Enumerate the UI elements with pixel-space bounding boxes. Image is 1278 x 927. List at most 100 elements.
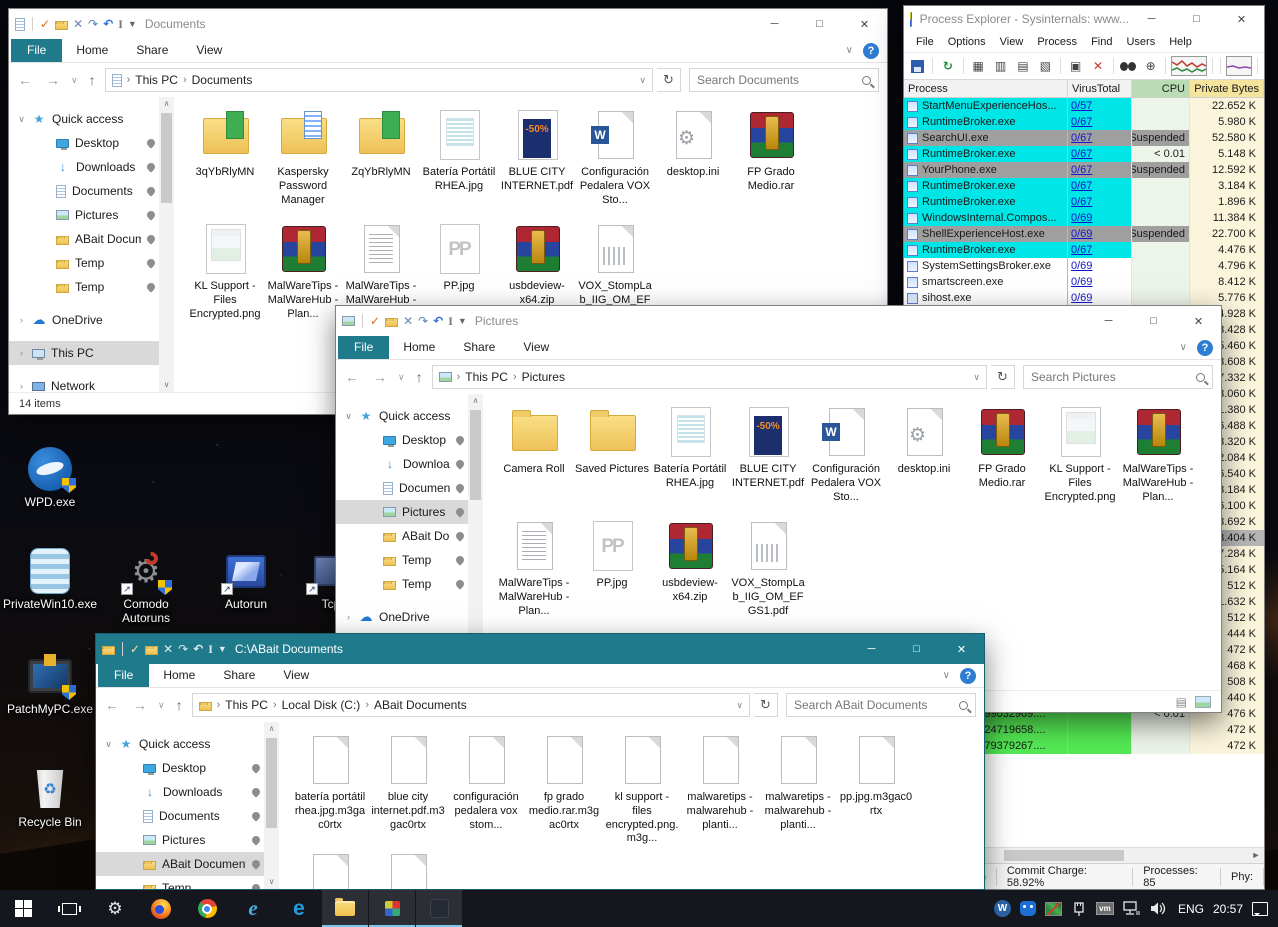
file-item[interactable]: Batería Portátil RHEA.jpg (651, 402, 729, 514)
process-tree-icon[interactable]: ▥ (991, 56, 1010, 76)
sidebar-item[interactable]: Documents (96, 804, 264, 828)
system-info-icon[interactable]: ▦ (969, 56, 988, 76)
scroll-right-icon[interactable]: ► (1248, 848, 1264, 863)
breadcrumb[interactable]: This PC (465, 370, 508, 384)
expand-caret-icon[interactable]: › (17, 348, 26, 358)
back-button[interactable]: ← (13, 72, 37, 88)
w-app-tray-icon[interactable]: W (994, 900, 1011, 917)
search-input[interactable]: Search ABait Documents (786, 693, 976, 717)
address-bar[interactable]: ›This PC ›Local Disk (C:) ›ABait Documen… (192, 693, 750, 717)
sidebar-item[interactable]: Temp (9, 275, 159, 299)
qat-undo-icon[interactable]: ↶ (103, 18, 113, 30)
qat-new-folder-icon[interactable] (385, 318, 398, 327)
forward-button[interactable]: → (128, 697, 152, 713)
virustotal-link[interactable]: 0/67 (1071, 132, 1092, 144)
menu-item[interactable]: View (994, 34, 1030, 50)
help-icon[interactable]: ? (863, 43, 879, 59)
qat-checkbox-icon[interactable]: ✓ (40, 18, 50, 30)
qat-new-folder-icon[interactable] (55, 21, 68, 30)
file-item[interactable]: usbdeview-x64.zip (651, 516, 729, 628)
qat-dropdown-icon[interactable]: ▼ (128, 20, 137, 29)
tab-view[interactable]: View (182, 39, 236, 62)
expand-caret-icon[interactable]: ∨ (17, 114, 26, 125)
qat-dropdown-icon[interactable]: ▼ (458, 317, 467, 326)
refresh-icon[interactable]: ↻ (657, 68, 681, 92)
sidebar-item[interactable]: Desktop (336, 428, 468, 452)
qat-rename-icon[interactable]: I (208, 643, 213, 655)
qat-delete-icon[interactable]: ✕ (73, 18, 83, 30)
cpu-graph-icon[interactable] (1171, 56, 1207, 76)
expand-caret-icon[interactable]: ∨ (344, 411, 353, 422)
close-button[interactable]: ✕ (939, 634, 984, 664)
process-row[interactable]: WindowsInternal.Compos... 0/69 11.384 K (904, 210, 1264, 226)
scrollbar[interactable]: ∧∨ (264, 722, 279, 889)
vmware-tray-icon[interactable]: vm (1096, 902, 1114, 915)
file-item[interactable]: blue city internet.pdf.m3gac0rtx (369, 730, 447, 846)
save-icon[interactable] (908, 56, 927, 76)
memory-graph-icon[interactable] (1226, 56, 1252, 76)
find-icon[interactable] (1119, 56, 1138, 76)
process-row[interactable]: SearchUI.exe 0/67 Suspended 52.580 K (904, 130, 1264, 146)
lower-pane-icon[interactable]: ▤ (1013, 56, 1032, 76)
process-row[interactable]: StartMenuExperienceHos... 0/57 22.652 K (904, 98, 1264, 114)
tab-view[interactable]: View (509, 336, 563, 359)
file-item[interactable]: BLUE CITY INTERNET.pdf (498, 105, 576, 217)
up-button[interactable]: ↑ (84, 72, 101, 88)
process-row[interactable]: smartscreen.exe 0/69 8.412 K (904, 274, 1264, 290)
sidebar-item[interactable]: Desktop (96, 756, 264, 780)
ribbon-collapse-icon[interactable]: ∨ (1180, 342, 1187, 353)
tab-home[interactable]: Home (62, 39, 122, 62)
sidebar-item[interactable]: ABait Document (96, 852, 264, 876)
breadcrumb[interactable]: This PC (135, 73, 178, 87)
blue-bot-tray-icon[interactable] (1020, 901, 1036, 916)
breadcrumb[interactable]: Pictures (522, 370, 565, 384)
virustotal-link[interactable]: 0/69 (1071, 292, 1092, 304)
chrome-taskbar-button[interactable] (184, 890, 230, 927)
explorer-window-abait-documents[interactable]: ✓ ✕ ↷ ↶ I ▼ C:\ABait Documents ─ □ ✕ Fil… (95, 633, 985, 890)
virustotal-link[interactable]: 0/67 (1071, 148, 1092, 160)
sidebar-item[interactable]: Desktop (9, 131, 159, 155)
breadcrumb[interactable]: Documents (192, 73, 253, 87)
cpu-graph-tray-icon[interactable] (1045, 902, 1062, 916)
qat-delete-icon[interactable]: ✕ (163, 643, 173, 655)
sidebar-item[interactable]: Pictures (96, 828, 264, 852)
file-item[interactable]: malwaretips - malwarehub - planti... (681, 730, 759, 846)
sidebar-item[interactable]: Documents (9, 179, 159, 203)
column-cpu[interactable]: CPU (1132, 80, 1190, 97)
virustotal-link[interactable]: 0/69 (1071, 212, 1092, 224)
file-item[interactable]: MalWareTips - MalWareHub - Plan... (264, 219, 342, 331)
process-row[interactable]: RuntimeBroker.exe 0/67 3.184 K (904, 178, 1264, 194)
menu-item[interactable]: Options (942, 34, 992, 50)
qat-undo-icon[interactable]: ↶ (193, 643, 203, 655)
volume-tray-icon[interactable] (1150, 901, 1169, 916)
breadcrumb[interactable]: Local Disk (C:) (282, 698, 361, 712)
file-item[interactable]: Camera Roll (495, 402, 573, 514)
file-item[interactable]: Kaspersky Password Manager (264, 105, 342, 217)
qat-undo-icon[interactable]: ↶ (433, 315, 443, 327)
help-icon[interactable]: ? (1197, 340, 1213, 356)
file-item[interactable]: FP Grado Medio.rar (732, 105, 810, 217)
process-row[interactable]: RuntimeBroker.exe 0/67 5.980 K (904, 114, 1264, 130)
process-row[interactable]: ShellExperienceHost.exe 0/69 Suspended 2… (904, 226, 1264, 242)
ie-taskbar-button[interactable]: e (230, 890, 276, 927)
process-row[interactable]: RuntimeBroker.exe 0/67 1.896 K (904, 194, 1264, 210)
edge-taskbar-button[interactable]: e (276, 890, 322, 927)
desktop-icon-recycle-bin[interactable]: Recycle Bin (12, 766, 88, 830)
desktop-icon-patchmypc[interactable]: PatchMyPC.exe (2, 653, 98, 717)
file-item[interactable]: usbdeview-x64.zip.m3gac0rtx (291, 848, 369, 889)
file-item[interactable]: BLUE CITY INTERNET.pdf (729, 402, 807, 514)
settings-taskbar-button[interactable]: ⚙ (92, 890, 138, 927)
qat-rename-icon[interactable]: I (118, 18, 123, 30)
menu-item[interactable]: Help (1163, 34, 1198, 50)
virustotal-link[interactable]: 0/67 (1071, 116, 1092, 128)
title-bar[interactable]: ✓ ✕ ↷ ↶ I ▼ Pictures ─ □ ✕ (336, 306, 1221, 336)
file-item[interactable]: kl support - files encrypted.png.m3g... (603, 730, 681, 846)
process-row[interactable]: RuntimeBroker.exe 0/67 < 0.01 5.148 K (904, 146, 1264, 162)
help-icon[interactable]: ? (960, 668, 976, 684)
menu-item[interactable]: Users (1120, 34, 1161, 50)
qat-redo-icon[interactable]: ↷ (178, 643, 188, 655)
sidebar-item[interactable]: › This PC (9, 341, 159, 365)
up-button[interactable]: ↑ (171, 697, 188, 713)
close-button[interactable]: ✕ (842, 9, 887, 39)
scrollbar[interactable]: ∧∨ (159, 97, 174, 392)
